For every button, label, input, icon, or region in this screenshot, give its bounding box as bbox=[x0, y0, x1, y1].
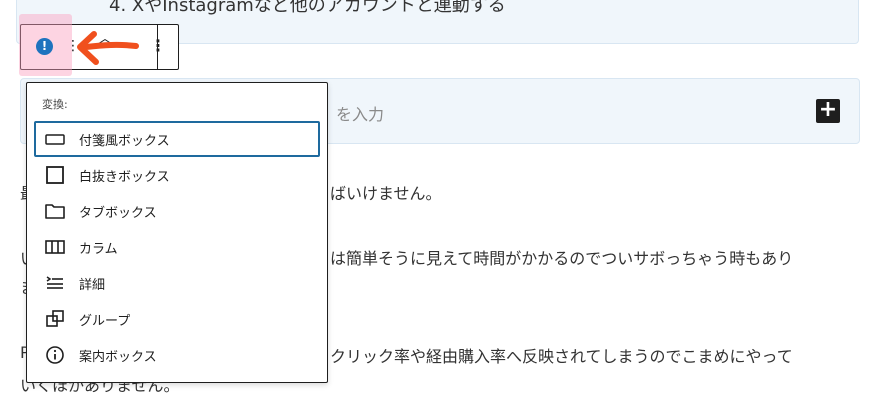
arrow-annotation-icon bbox=[77, 31, 139, 65]
menu-item-label: 案内ボックス bbox=[79, 349, 157, 365]
transform-menu: 変換: 付箋風ボックス 白抜きボックス タブボックス カラム 詳細 グループ 案… bbox=[26, 82, 328, 383]
paragraph-text: は簡単そうに見えて時間がかかるのでついサボっちゃう時もあり bbox=[330, 249, 794, 268]
group-icon bbox=[43, 307, 67, 331]
more-vertical-icon[interactable]: ⋮ bbox=[150, 36, 166, 55]
menu-item-outline-box[interactable]: 白抜きボックス bbox=[34, 157, 320, 193]
menu-item-label: グループ bbox=[79, 313, 131, 329]
menu-item-group[interactable]: グループ bbox=[34, 301, 320, 337]
menu-item-tab-box[interactable]: タブボックス bbox=[34, 193, 320, 229]
sticky-note-icon bbox=[43, 127, 67, 151]
menu-item-label: カラム bbox=[79, 241, 118, 257]
folder-icon bbox=[43, 199, 67, 223]
details-list-icon bbox=[43, 271, 67, 295]
menu-heading: 変換: bbox=[42, 98, 68, 111]
columns-icon bbox=[43, 235, 67, 259]
menu-item-columns[interactable]: カラム bbox=[34, 229, 320, 265]
menu-item-label: タブボックス bbox=[79, 205, 157, 221]
menu-item-label: 付箋風ボックス bbox=[79, 133, 170, 149]
add-block-button[interactable]: + bbox=[816, 99, 840, 123]
paragraph-text: クリック率や経由購入率へ反映されてしまうのでこまめにやって bbox=[330, 347, 793, 366]
menu-item-details[interactable]: 詳細 bbox=[34, 265, 320, 301]
menu-item-sticky-box[interactable]: 付箋風ボックス bbox=[34, 121, 320, 157]
menu-item-label: 白抜きボックス bbox=[79, 169, 170, 185]
square-outline-icon bbox=[43, 163, 67, 187]
block-placeholder[interactable]: を入力 bbox=[336, 101, 384, 125]
menu-item-label: 詳細 bbox=[79, 277, 106, 293]
info-circle-icon bbox=[43, 343, 67, 367]
list-item-text: 4. XやInstagramなど他のアカウントと連動する bbox=[109, 0, 506, 16]
menu-item-info-box[interactable]: 案内ボックス bbox=[34, 337, 320, 373]
info-icon[interactable]: ! bbox=[36, 38, 53, 55]
paragraph-text: ばいけません。 bbox=[330, 184, 442, 203]
